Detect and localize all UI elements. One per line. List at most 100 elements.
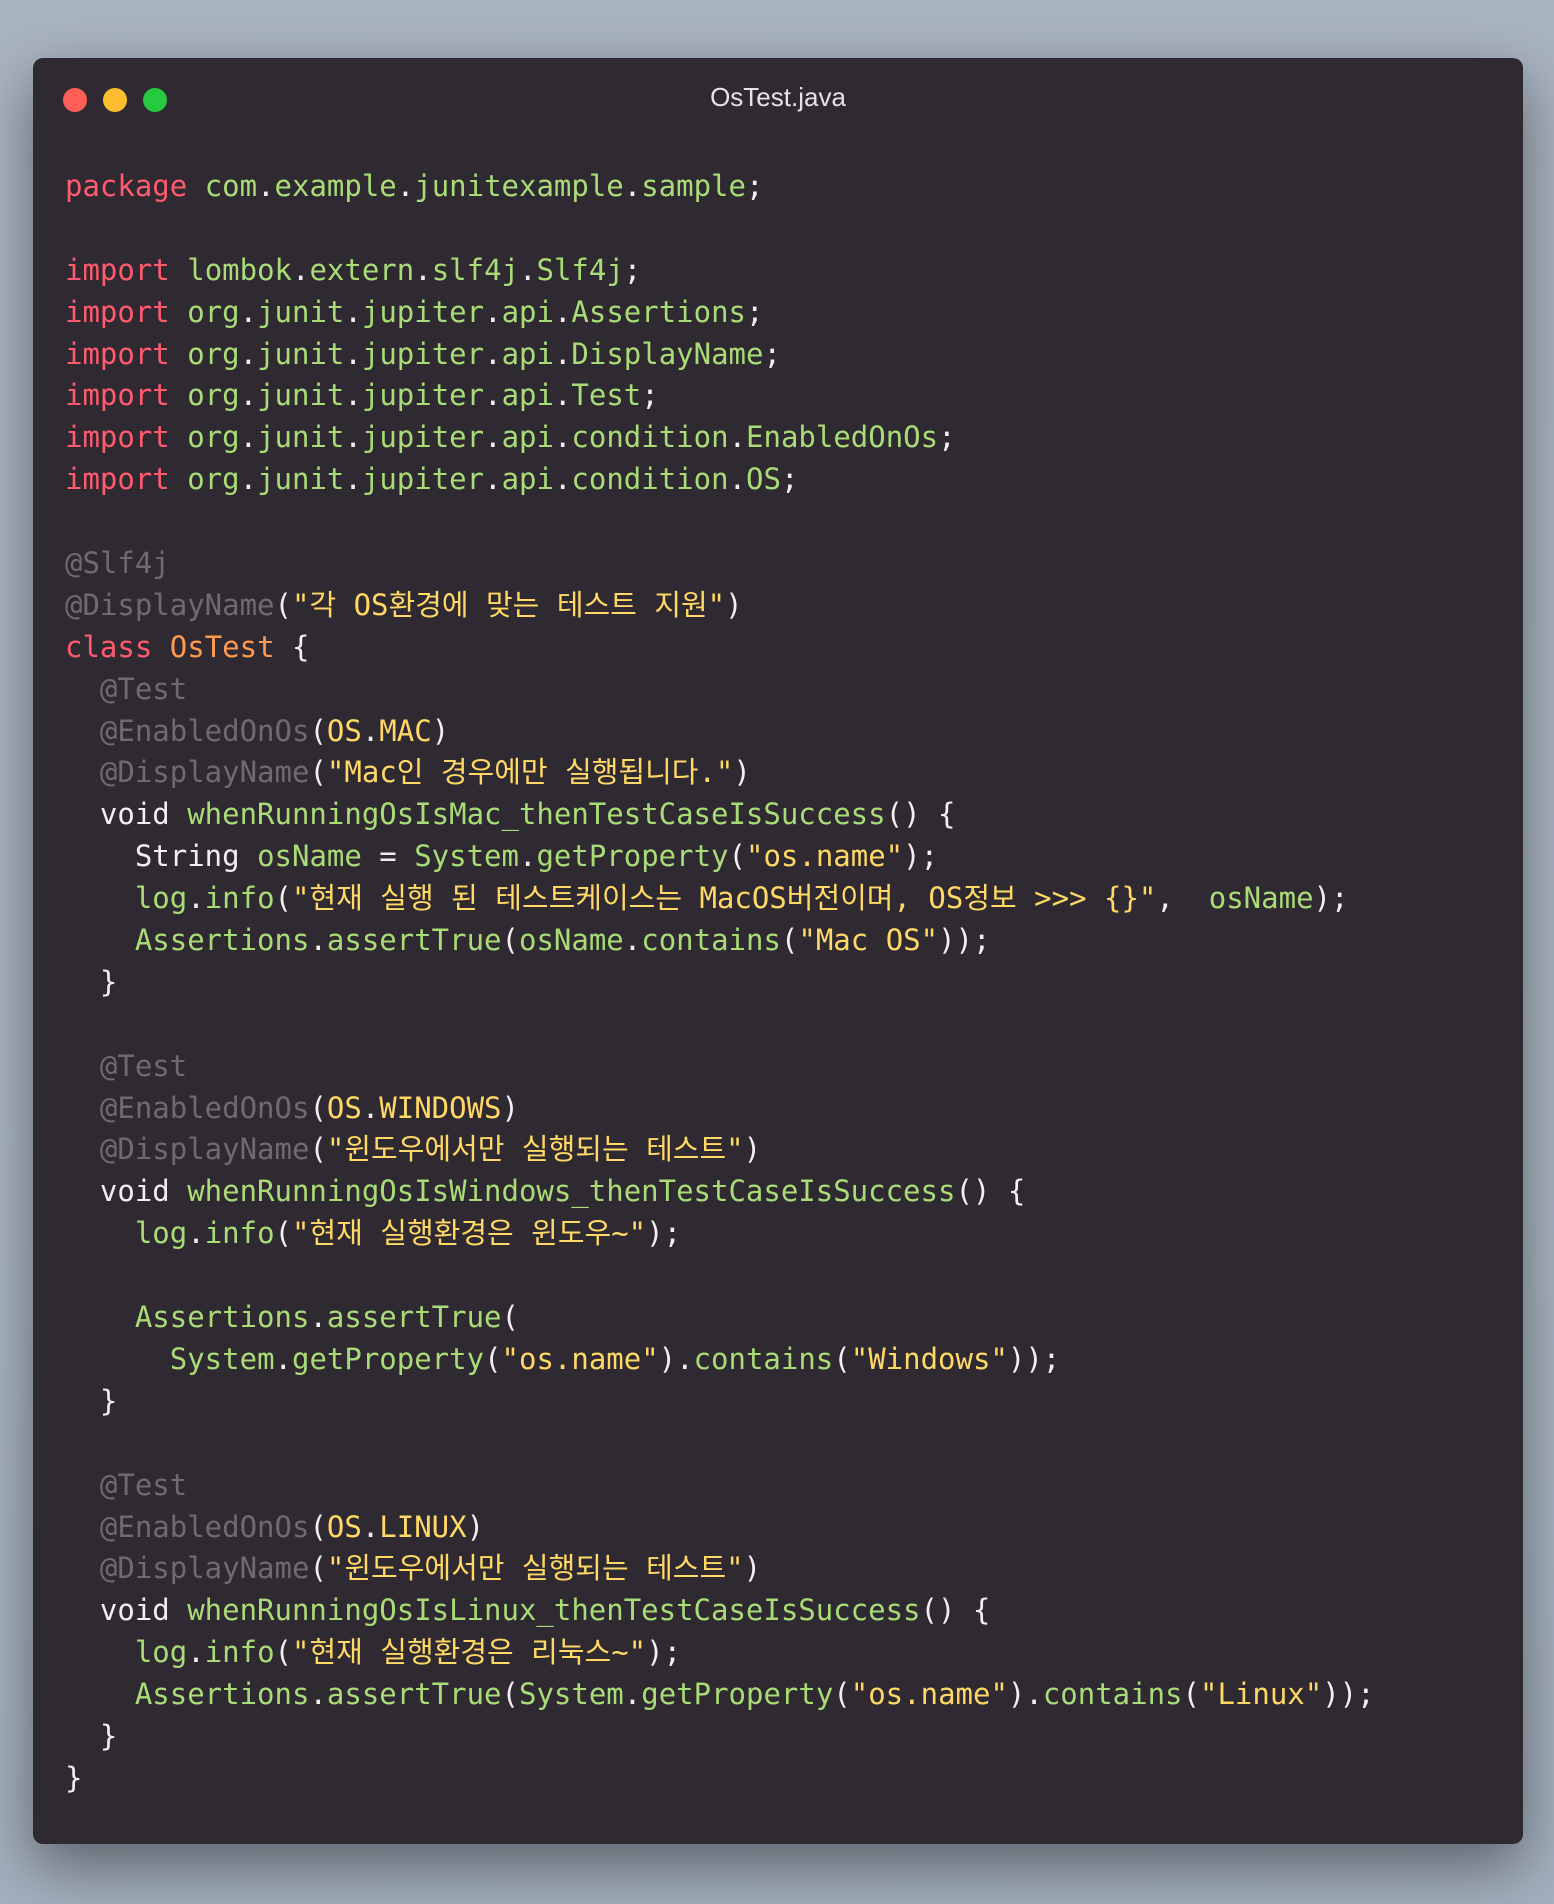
code-token: ) xyxy=(743,1551,762,1586)
code-token: } xyxy=(65,1383,118,1418)
code-token: ( xyxy=(728,839,746,874)
code-token: () { xyxy=(885,797,956,832)
code-token: condition xyxy=(571,462,729,497)
code-token: . xyxy=(484,462,502,497)
window-title: OsTest.java xyxy=(710,82,846,112)
code-token: . xyxy=(292,252,310,287)
code-token: } xyxy=(65,1718,118,1753)
code-token: api xyxy=(501,420,554,455)
code-token: ; xyxy=(641,378,659,413)
code-token: package xyxy=(65,169,188,203)
code-line: } xyxy=(65,962,1503,1004)
code-line: @EnabledOnOs(OS.LINUX) xyxy=(65,1507,1503,1549)
code-token: ); xyxy=(646,1635,682,1670)
code-token: . xyxy=(519,252,537,287)
code-line: @EnabledOnOs(OS.MAC) xyxy=(65,711,1503,753)
code-token: class xyxy=(65,629,153,664)
code-token: ( xyxy=(309,1551,327,1586)
code-token: lombok xyxy=(187,252,292,287)
code-token: . xyxy=(553,462,572,497)
code-token: org xyxy=(187,420,240,455)
code-token: @DisplayName xyxy=(99,1551,310,1586)
code-token: OS xyxy=(326,1509,362,1544)
code-token: @EnabledOnOs xyxy=(99,1509,310,1544)
code-token: junit xyxy=(257,378,345,413)
code-token: jupiter xyxy=(361,336,485,371)
code-line: String osName = System.getProperty("os.n… xyxy=(65,836,1503,878)
code-token: osName xyxy=(519,923,624,958)
code-token: ( xyxy=(274,1635,293,1670)
code-token: osName xyxy=(1208,881,1314,916)
code-line: @DisplayName("윈도우에서만 실행되는 테스트") xyxy=(65,1548,1503,1590)
code-token: whenRunningOsIsLinux_thenTestCaseIsSucce… xyxy=(187,1593,921,1628)
code-token: System xyxy=(169,1341,275,1376)
code-token: @Test xyxy=(99,1467,188,1502)
code-token: ( xyxy=(309,1090,327,1125)
code-token: . xyxy=(344,294,362,329)
code-token: ) xyxy=(466,1509,485,1544)
code-token: example xyxy=(274,169,397,203)
code-token: ( xyxy=(780,923,799,958)
code-token: ( xyxy=(274,881,293,916)
code-token: . xyxy=(309,1677,327,1712)
code-token: . xyxy=(623,169,642,203)
code-token: slf4j xyxy=(431,252,520,287)
code-token: . xyxy=(239,378,258,413)
code-line: } xyxy=(65,1758,1503,1800)
code-token: ; xyxy=(746,294,764,329)
code-line: void whenRunningOsIsMac_thenTestCaseIsSu… xyxy=(65,794,1503,836)
code-line: import org.junit.jupiter.api.DisplayName… xyxy=(65,334,1503,376)
code-token: import xyxy=(65,336,170,371)
code-token: getProperty xyxy=(292,1341,485,1376)
code-line: import lombok.extern.slf4j.Slf4j; xyxy=(65,250,1503,292)
code-token: junit xyxy=(257,336,345,371)
code-line: class OsTest { xyxy=(65,627,1503,669)
code-token: import xyxy=(65,420,170,455)
code-editor[interactable]: package com.example.junitexample.sample;… xyxy=(65,166,1503,1800)
code-token: System xyxy=(519,1677,624,1712)
code-token: ( xyxy=(274,587,292,622)
code-token: jupiter xyxy=(361,294,485,329)
code-token: void xyxy=(65,1593,188,1628)
code-token: . xyxy=(361,713,380,748)
code-token: . xyxy=(239,336,258,371)
code-token: ; xyxy=(780,462,799,497)
code-line: log.info("현재 실행 된 테스트케이스는 MacOS버전이며, OS정… xyxy=(65,878,1503,920)
code-token: @EnabledOnOs xyxy=(99,713,310,748)
code-line: import org.junit.jupiter.api.Assertions; xyxy=(65,292,1503,334)
code-token: api xyxy=(501,462,554,497)
code-token: ). xyxy=(658,1341,694,1376)
code-line: @DisplayName("Mac인 경우에만 실행됩니다.") xyxy=(65,752,1503,794)
code-token: ; xyxy=(623,252,642,287)
code-token: extern xyxy=(309,252,415,287)
code-token: ( xyxy=(309,713,327,748)
code-token: . xyxy=(344,420,362,455)
code-token: org xyxy=(187,378,240,413)
code-token: ) xyxy=(733,755,751,790)
code-token: MAC xyxy=(379,713,432,748)
code-token: . xyxy=(239,462,258,497)
code-token: junit xyxy=(257,462,345,497)
code-token: org xyxy=(187,462,240,497)
code-token: import xyxy=(65,252,170,287)
code-token: junit xyxy=(257,420,345,455)
code-token: Assertions xyxy=(134,1300,310,1335)
code-line: @DisplayName("각 OS환경에 맞는 테스트 지원") xyxy=(65,585,1503,627)
code-token: . xyxy=(484,420,502,455)
